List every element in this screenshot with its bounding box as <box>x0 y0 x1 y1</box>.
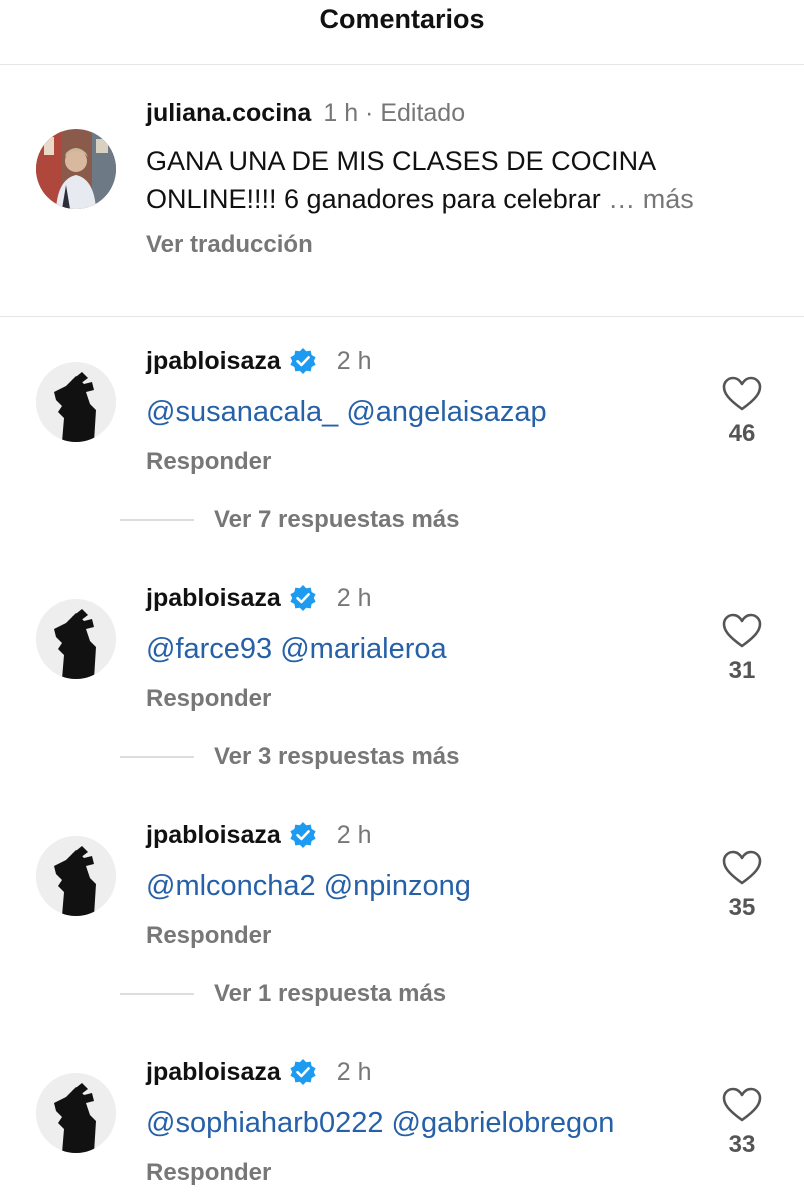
commenter-avatar[interactable] <box>36 836 116 916</box>
more-link[interactable]: … más <box>608 184 694 214</box>
comments-header: Comentarios <box>0 0 804 65</box>
comment-time: 2 h <box>336 1058 372 1086</box>
replies-divider <box>120 756 194 758</box>
view-replies-button[interactable]: Ver 1 respuesta más <box>120 980 446 1008</box>
post-caption-text: GANA UNA DE MIS CLASES DE COCINA ONLINE!… <box>146 142 776 218</box>
reply-button[interactable]: Responder <box>146 1159 271 1187</box>
comment-user-line: jpabloisaza 2 h <box>146 820 372 850</box>
comment-item: jpabloisaza 2 h @susanacala_ @angelaisaz… <box>0 346 804 546</box>
replies-divider <box>120 519 194 521</box>
like-count: 46 <box>728 420 756 447</box>
heart-outline-icon <box>722 850 762 885</box>
comment-time: 2 h <box>336 821 372 849</box>
comment-username[interactable]: jpabloisaza <box>146 346 281 376</box>
comment-username[interactable]: jpabloisaza <box>146 820 281 850</box>
comment-mentions[interactable]: @susanacala_ @angelaisazap <box>146 394 547 430</box>
comment-time: 2 h <box>336 584 372 612</box>
like-count: 35 <box>728 894 756 921</box>
view-replies-button[interactable]: Ver 7 respuestas más <box>120 506 460 534</box>
like-count: 31 <box>728 657 756 684</box>
like-button[interactable]: 46 <box>720 376 764 448</box>
verified-badge-icon <box>289 347 317 375</box>
post-meta: 1 h · Editado <box>323 99 466 127</box>
page-title: Comentarios <box>319 4 485 34</box>
commenter-avatar[interactable] <box>36 599 116 679</box>
heart-outline-icon <box>722 376 762 411</box>
comment-mentions[interactable]: @mlconcha2 @npinzong <box>146 868 471 904</box>
post-user-line: juliana.cocina 1 h · Editado <box>146 98 465 128</box>
caption-text: GANA UNA DE MIS CLASES DE COCINA ONLINE!… <box>146 146 655 214</box>
reply-button[interactable]: Responder <box>146 922 271 950</box>
comment-item: jpabloisaza 2 h @farce93 @marialeroa Res… <box>0 583 804 783</box>
commenter-avatar[interactable] <box>36 1073 116 1153</box>
comment-item: jpabloisaza 2 h @mlconcha2 @npinzong Res… <box>0 820 804 1020</box>
post-author-avatar[interactable] <box>36 129 116 209</box>
view-replies-label: Ver 1 respuesta más <box>214 980 447 1007</box>
comment-username[interactable]: jpabloisaza <box>146 583 281 613</box>
verified-badge-icon <box>289 1058 317 1086</box>
post-username[interactable]: juliana.cocina <box>146 99 311 127</box>
comment-time: 2 h <box>336 347 372 375</box>
post-caption-block: juliana.cocina 1 h · Editado GANA UNA DE … <box>0 65 804 317</box>
reply-button[interactable]: Responder <box>146 685 271 713</box>
comment-mentions[interactable]: @sophiaharb0222 @gabrielobregon <box>146 1105 614 1141</box>
comment-user-line: jpabloisaza 2 h <box>146 1057 372 1087</box>
view-replies-label: Ver 7 respuestas más <box>214 506 460 533</box>
comment-user-line: jpabloisaza 2 h <box>146 583 372 613</box>
like-count: 33 <box>728 1131 756 1158</box>
heart-outline-icon <box>722 613 762 648</box>
comment-item: jpabloisaza 2 h @sophiaharb0222 @gabriel… <box>0 1057 804 1200</box>
comment-user-line: jpabloisaza 2 h <box>146 346 372 376</box>
replies-divider <box>120 993 194 995</box>
translate-link[interactable]: Ver traducción <box>146 231 313 259</box>
view-replies-button[interactable]: Ver 3 respuestas más <box>120 743 460 771</box>
like-button[interactable]: 35 <box>720 850 764 922</box>
verified-badge-icon <box>289 584 317 612</box>
like-button[interactable]: 33 <box>720 1087 764 1159</box>
reply-button[interactable]: Responder <box>146 448 271 476</box>
like-button[interactable]: 31 <box>720 613 764 685</box>
verified-badge-icon <box>289 821 317 849</box>
commenter-avatar[interactable] <box>36 362 116 442</box>
comment-mentions[interactable]: @farce93 @marialeroa <box>146 631 447 667</box>
comment-username[interactable]: jpabloisaza <box>146 1057 281 1087</box>
heart-outline-icon <box>722 1087 762 1122</box>
view-replies-label: Ver 3 respuestas más <box>214 743 460 770</box>
